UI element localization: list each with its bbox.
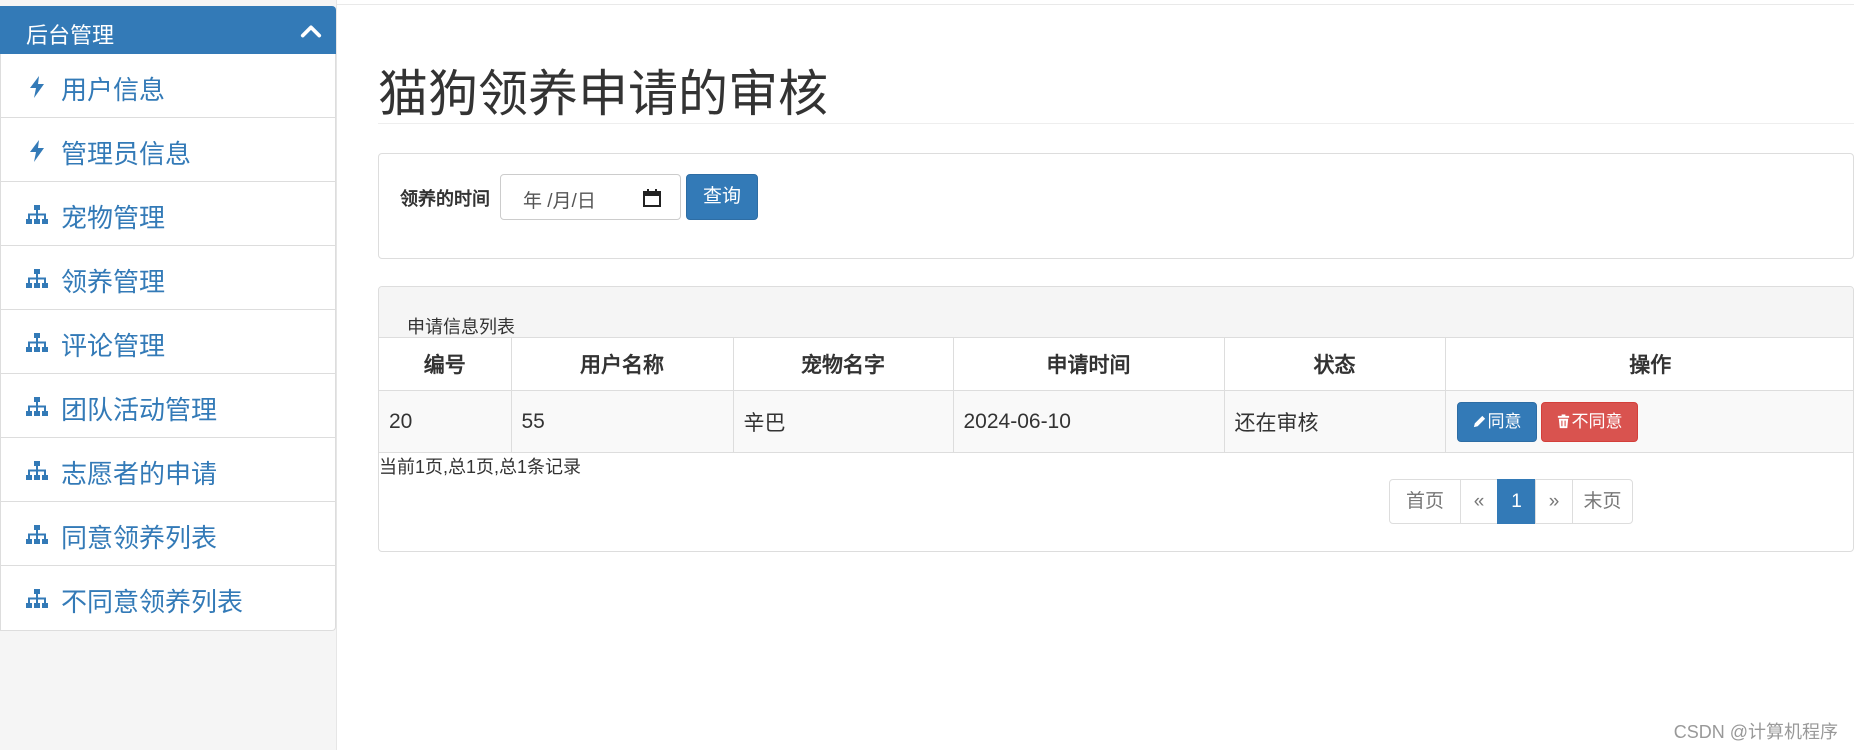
column-header-status: 状态 xyxy=(1223,337,1446,391)
page-last[interactable]: 末页 xyxy=(1572,479,1633,524)
cell-id: 20 xyxy=(379,390,512,453)
sitemap-icon xyxy=(26,333,48,352)
cell-date: 2024-06-10 xyxy=(952,390,1225,453)
sidebar-item-comment-management[interactable]: 评论管理 xyxy=(1,310,335,374)
sidebar-item-label: 团队活动管理 xyxy=(61,395,218,425)
application-table: 编号 用户名称 宠物名字 申请时间 状态 操作 20 55 辛巴 2024-06… xyxy=(379,337,1853,453)
sitemap-icon xyxy=(26,397,48,416)
pagination: 首页 « 1 » 末页 xyxy=(1389,479,1633,524)
bolt-icon xyxy=(30,140,44,162)
search-panel: 领养的时间 年 /月/日 查询 xyxy=(378,153,1854,259)
column-header-date: 申请时间 xyxy=(952,337,1225,391)
adoption-time-label: 领养的时间 xyxy=(400,189,490,209)
approve-label: 同意 xyxy=(1487,411,1522,431)
sidebar-item-label: 用户信息 xyxy=(61,75,166,105)
sidebar-item-label: 管理员信息 xyxy=(61,139,192,169)
trash-icon xyxy=(1557,413,1569,428)
query-button[interactable]: 查询 xyxy=(686,174,758,220)
sidebar-item-rejected-list[interactable]: 不同意领养列表 xyxy=(1,566,335,630)
cell-status: 还在审核 xyxy=(1223,390,1446,453)
table-header-row: 编号 用户名称 宠物名字 申请时间 状态 操作 xyxy=(379,337,1853,391)
cell-user: 55 xyxy=(510,390,734,453)
sitemap-icon xyxy=(26,205,48,224)
chevron-up-icon[interactable] xyxy=(300,20,322,42)
pagination-summary: 当前1页,总1页,总1条记录 xyxy=(379,457,582,477)
sidebar-header[interactable]: 后台管理 xyxy=(0,6,336,54)
pencil-icon xyxy=(1473,415,1485,427)
adoption-date-input[interactable]: 年 /月/日 xyxy=(500,174,681,220)
sidebar-item-pet-management[interactable]: 宠物管理 xyxy=(1,182,335,246)
page-next[interactable]: » xyxy=(1535,479,1573,524)
column-header-id: 编号 xyxy=(379,337,512,391)
calendar-icon[interactable] xyxy=(642,188,662,208)
page-current[interactable]: 1 xyxy=(1497,479,1536,524)
sidebar-item-team-activity[interactable]: 团队活动管理 xyxy=(1,374,335,438)
sidebar-item-admin-info[interactable]: 管理员信息 xyxy=(1,118,335,182)
sidebar-item-label: 宠物管理 xyxy=(61,203,166,233)
sitemap-icon xyxy=(26,525,48,544)
column-header-user: 用户名称 xyxy=(510,337,734,391)
sidebar-item-volunteer-application[interactable]: 志愿者的申请 xyxy=(1,438,335,502)
cell-actions: 同意 不同意 xyxy=(1444,390,1853,453)
list-panel-heading: 申请信息列表 xyxy=(379,287,1853,337)
reject-button[interactable]: 不同意 xyxy=(1540,401,1638,442)
sidebar-title: 后台管理 xyxy=(26,23,115,48)
column-header-actions: 操作 xyxy=(1444,337,1853,391)
page-title: 猫狗领养申请的审核 xyxy=(378,66,828,122)
sidebar-menu: 用户信息 管理员信息 宠物管理 领养管理 评论管理 团队活动管理 志愿者的申请 xyxy=(0,54,336,631)
title-divider xyxy=(378,123,1854,124)
sidebar-item-label: 同意领养列表 xyxy=(61,523,218,553)
application-list-panel: 申请信息列表 编号 用户名称 宠物名字 申请时间 状态 操作 20 55 辛巴 … xyxy=(378,286,1854,552)
sitemap-icon xyxy=(26,461,48,480)
sidebar-item-adoption-management[interactable]: 领养管理 xyxy=(1,246,335,310)
page-first[interactable]: 首页 xyxy=(1389,479,1461,524)
watermark: CSDN @计算机程序 xyxy=(1673,722,1838,742)
date-placeholder: 年 /月/日 xyxy=(523,191,596,212)
sidebar-item-label: 领养管理 xyxy=(61,267,166,297)
reject-label: 不同意 xyxy=(1571,411,1623,431)
sitemap-icon xyxy=(26,589,48,608)
cell-pet: 辛巴 xyxy=(732,390,954,453)
sidebar-item-label: 不同意领养列表 xyxy=(61,587,244,617)
sidebar-item-label: 评论管理 xyxy=(61,331,166,361)
sidebar-item-user-info[interactable]: 用户信息 xyxy=(1,54,335,118)
table-row: 20 55 辛巴 2024-06-10 还在审核 同意 不同意 xyxy=(379,390,1853,453)
bolt-icon xyxy=(30,76,44,98)
column-header-pet: 宠物名字 xyxy=(732,337,954,391)
list-caption: 申请信息列表 xyxy=(407,317,515,337)
page-prev[interactable]: « xyxy=(1460,479,1498,524)
sidebar-item-approved-list[interactable]: 同意领养列表 xyxy=(1,502,335,566)
approve-button[interactable]: 同意 xyxy=(1456,401,1537,442)
top-divider xyxy=(336,4,1854,5)
sidebar: 后台管理 用户信息 管理员信息 宠物管理 领养管理 评论管理 团队活动管理 志愿… xyxy=(0,0,337,750)
sidebar-item-label: 志愿者的申请 xyxy=(61,459,218,489)
sitemap-icon xyxy=(26,269,48,288)
